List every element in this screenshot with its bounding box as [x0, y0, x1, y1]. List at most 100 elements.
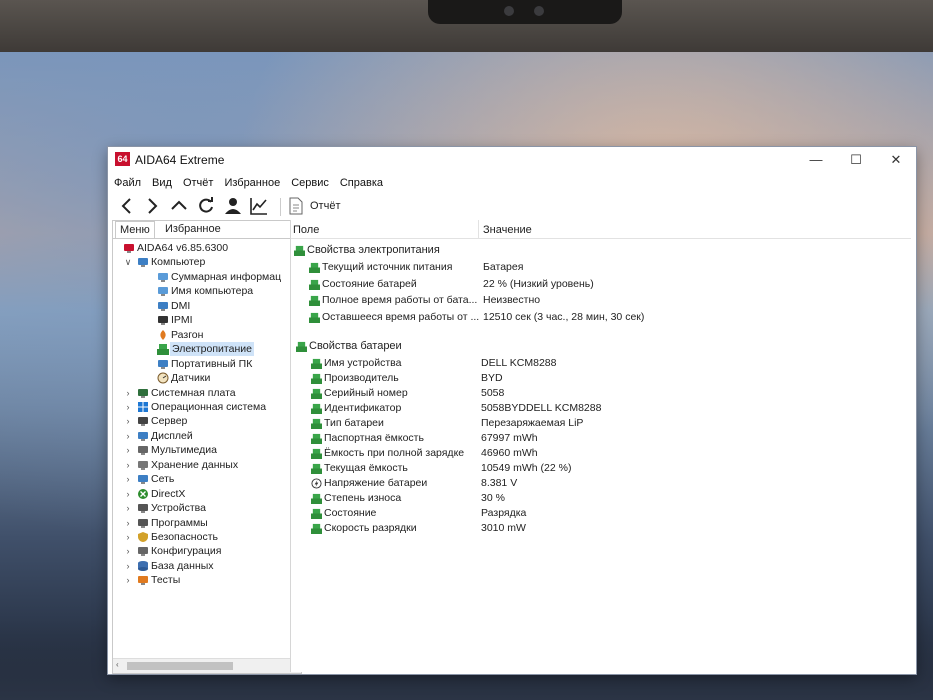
column-value[interactable]: Значение	[483, 224, 532, 236]
property-row[interactable]: Имя устройства DELL KCM8288	[291, 356, 911, 371]
battery-icon	[311, 523, 322, 534]
tree-expander-icon[interactable]: ›	[123, 559, 133, 573]
property-value: Батарея	[483, 261, 524, 273]
server-icon	[138, 417, 148, 427]
section-title: Свойства электропитания	[307, 244, 440, 256]
tree-item-label: Суммарная информац	[171, 270, 282, 283]
property-row[interactable]: Серийный номер 5058	[291, 386, 911, 401]
menu-view[interactable]: Вид	[146, 175, 177, 189]
property-row[interactable]: Состояние батарей 22 % (Низкий уровень)	[291, 277, 911, 292]
property-row[interactable]: Производитель BYD	[291, 371, 911, 386]
column-field[interactable]: Поле	[293, 224, 319, 236]
horizontal-scrollbar[interactable]: ‹ ›	[113, 658, 301, 673]
property-value: Перезаряжаемая LiP	[481, 417, 584, 429]
tree-item-label: Электропитание	[170, 342, 254, 357]
tree-expander-icon[interactable]: ›	[123, 530, 133, 544]
display-icon	[138, 431, 148, 441]
section-title: Свойства батареи	[309, 340, 402, 352]
forward-icon[interactable]	[141, 195, 163, 217]
storage-icon	[138, 460, 148, 470]
close-button[interactable]: ✕	[876, 147, 916, 173]
ipmi-icon	[158, 316, 168, 326]
property-row[interactable]: Степень износа 30 %	[291, 491, 911, 506]
menu-help[interactable]: Справка	[334, 175, 388, 189]
battery-icon	[296, 341, 307, 352]
tree-expander-icon[interactable]: ›	[123, 516, 133, 530]
user-icon[interactable]	[222, 195, 244, 217]
tree-item-label: Безопасность	[151, 531, 218, 543]
property-row[interactable]: Идентификатор 5058BYDDELL KCM8288	[291, 401, 911, 416]
property-field: Идентификатор	[324, 402, 402, 414]
property-field: Паспортная ёмкость	[324, 432, 424, 444]
devices-icon	[138, 504, 148, 514]
property-field: Напряжение батареи	[324, 477, 428, 489]
tree-expander-icon[interactable]: ›	[123, 544, 133, 558]
title-bar: 64 AIDA64 Extreme — ☐ ✕	[108, 147, 916, 173]
tree-expander-icon[interactable]: ›	[123, 386, 133, 400]
property-row[interactable]: Паспортная ёмкость 67997 mWh	[291, 431, 911, 446]
tree-item-label: Дисплей	[151, 429, 193, 442]
property-field: Текущая ёмкость	[324, 462, 408, 474]
property-value: DELL KCM8288	[481, 357, 557, 369]
tree-expander-icon[interactable]: ›	[123, 487, 133, 501]
tree-item-label: Сеть	[151, 473, 175, 486]
up-icon[interactable]	[168, 195, 190, 217]
tree-expander-icon[interactable]: ›	[123, 400, 133, 414]
battery-icon	[309, 295, 320, 306]
chart-icon[interactable]	[248, 195, 270, 217]
tree-expander-icon[interactable]: ›	[123, 458, 133, 472]
tree-expander-icon[interactable]: ›	[123, 573, 133, 587]
menu-favorites[interactable]: Избранное	[218, 175, 285, 189]
back-icon[interactable]	[116, 195, 138, 217]
section-header[interactable]: Свойства батареи	[291, 339, 911, 354]
property-row[interactable]: Тип батареи Перезаряжаемая LiP	[291, 416, 911, 431]
property-row[interactable]: Ёмкость при полной зарядке 46960 mWh	[291, 446, 911, 461]
battery-icon	[309, 279, 320, 290]
property-row[interactable]: Полное время работы от бата... Неизвестно	[291, 293, 911, 308]
property-row[interactable]: Текущая ёмкость 10549 mWh (22 %)	[291, 461, 911, 476]
programs-icon	[138, 518, 148, 528]
maximize-button[interactable]: ☐	[836, 147, 876, 173]
refresh-icon[interactable]	[195, 195, 217, 217]
menu-report[interactable]: Отчёт	[177, 175, 218, 189]
voltage-icon	[311, 478, 322, 489]
section-header[interactable]: Свойства электропитания	[291, 243, 911, 258]
property-field: Текущий источник питания	[322, 261, 453, 273]
tab-menu[interactable]: Меню	[115, 221, 155, 238]
dmi-icon	[158, 301, 168, 311]
tree-item-label: Датчики	[171, 372, 211, 385]
database-icon	[138, 560, 148, 571]
property-value: 67997 mWh	[481, 432, 538, 444]
tree-expander-icon[interactable]: ›	[123, 429, 133, 443]
laptop-icon	[158, 359, 168, 369]
scrollbar-thumb[interactable]	[127, 662, 233, 670]
tree-expander-icon[interactable]: ›	[123, 472, 133, 486]
property-field: Степень износа	[324, 492, 402, 504]
battery-icon	[311, 418, 322, 429]
battery-icon	[311, 403, 322, 414]
tree-expander-icon[interactable]: ›	[123, 443, 133, 457]
menu-file[interactable]: Файл	[108, 175, 146, 189]
tree-item-label: DirectX	[151, 487, 186, 500]
minimize-button[interactable]: —	[796, 147, 836, 173]
tab-favorites[interactable]: Избранное	[161, 221, 225, 237]
menu-service[interactable]: Сервис	[285, 175, 334, 189]
property-row[interactable]: Напряжение батареи 8.381 V	[291, 476, 911, 491]
property-value: Разрядка	[481, 507, 527, 519]
property-row[interactable]: Состояние Разрядка	[291, 506, 911, 521]
column-header: Поле Значение	[291, 220, 911, 239]
battery-icon	[311, 433, 322, 444]
tree-item-label: Хранение данных	[151, 458, 239, 471]
aida64-icon	[124, 244, 134, 253]
tree-expander-icon[interactable]: ∨	[123, 255, 133, 269]
property-row[interactable]: Оставшееся время работы от ... 12510 сек …	[291, 310, 911, 325]
property-field: Оставшееся время работы от ...	[322, 310, 480, 323]
property-row[interactable]: Скорость разрядки 3010 mW	[291, 521, 911, 536]
tree-expander-icon[interactable]: ›	[123, 414, 133, 428]
tree-item-label: Операционная система	[151, 400, 267, 413]
tree-expander-icon[interactable]: ›	[123, 501, 133, 515]
power-icon	[157, 344, 169, 356]
property-row[interactable]: Текущий источник питания Батарея	[291, 260, 911, 275]
webcam	[428, 0, 622, 24]
aida64-logo-icon: 64	[115, 152, 130, 166]
